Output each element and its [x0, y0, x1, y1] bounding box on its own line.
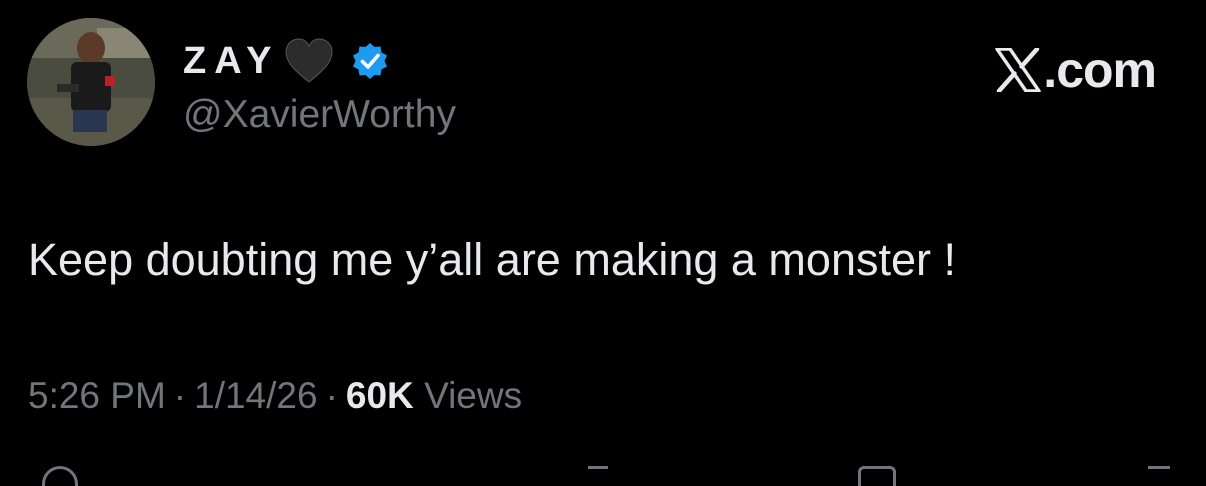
tweet-card: ZAY @XavierWorthy .com Keep doubting me … [0, 0, 1206, 486]
user-name-row[interactable]: ZAY [183, 36, 390, 86]
black-heart-icon [285, 38, 333, 83]
tweet-time[interactable]: 5:26 PM [28, 375, 166, 416]
meta-separator: · [325, 375, 338, 416]
tweet-date[interactable]: 1/14/26 [194, 375, 317, 416]
share-icon[interactable] [1148, 466, 1170, 486]
like-icon[interactable] [588, 466, 608, 486]
meta-separator: · [173, 375, 187, 416]
brand-text: .com [1043, 42, 1157, 98]
x-logo-icon [995, 48, 1041, 92]
views-label[interactable]: Views [424, 375, 522, 416]
user-handle[interactable]: @XavierWorthy [183, 92, 456, 139]
avatar[interactable] [27, 18, 155, 146]
tweet-meta: 5:26 PM · 1/14/26 · 60K Views [28, 374, 522, 418]
verified-badge-icon [352, 43, 387, 79]
reply-icon[interactable] [42, 466, 78, 486]
tweet-text: Keep doubting me y’all are making a mons… [28, 234, 956, 285]
avatar-photo [27, 18, 155, 146]
views-count[interactable]: 60K [346, 375, 414, 416]
bookmark-icon[interactable] [858, 466, 896, 486]
brand-watermark: .com [995, 42, 1157, 98]
tweet-actions-row [0, 462, 1206, 486]
display-name[interactable]: ZAY [183, 42, 280, 80]
